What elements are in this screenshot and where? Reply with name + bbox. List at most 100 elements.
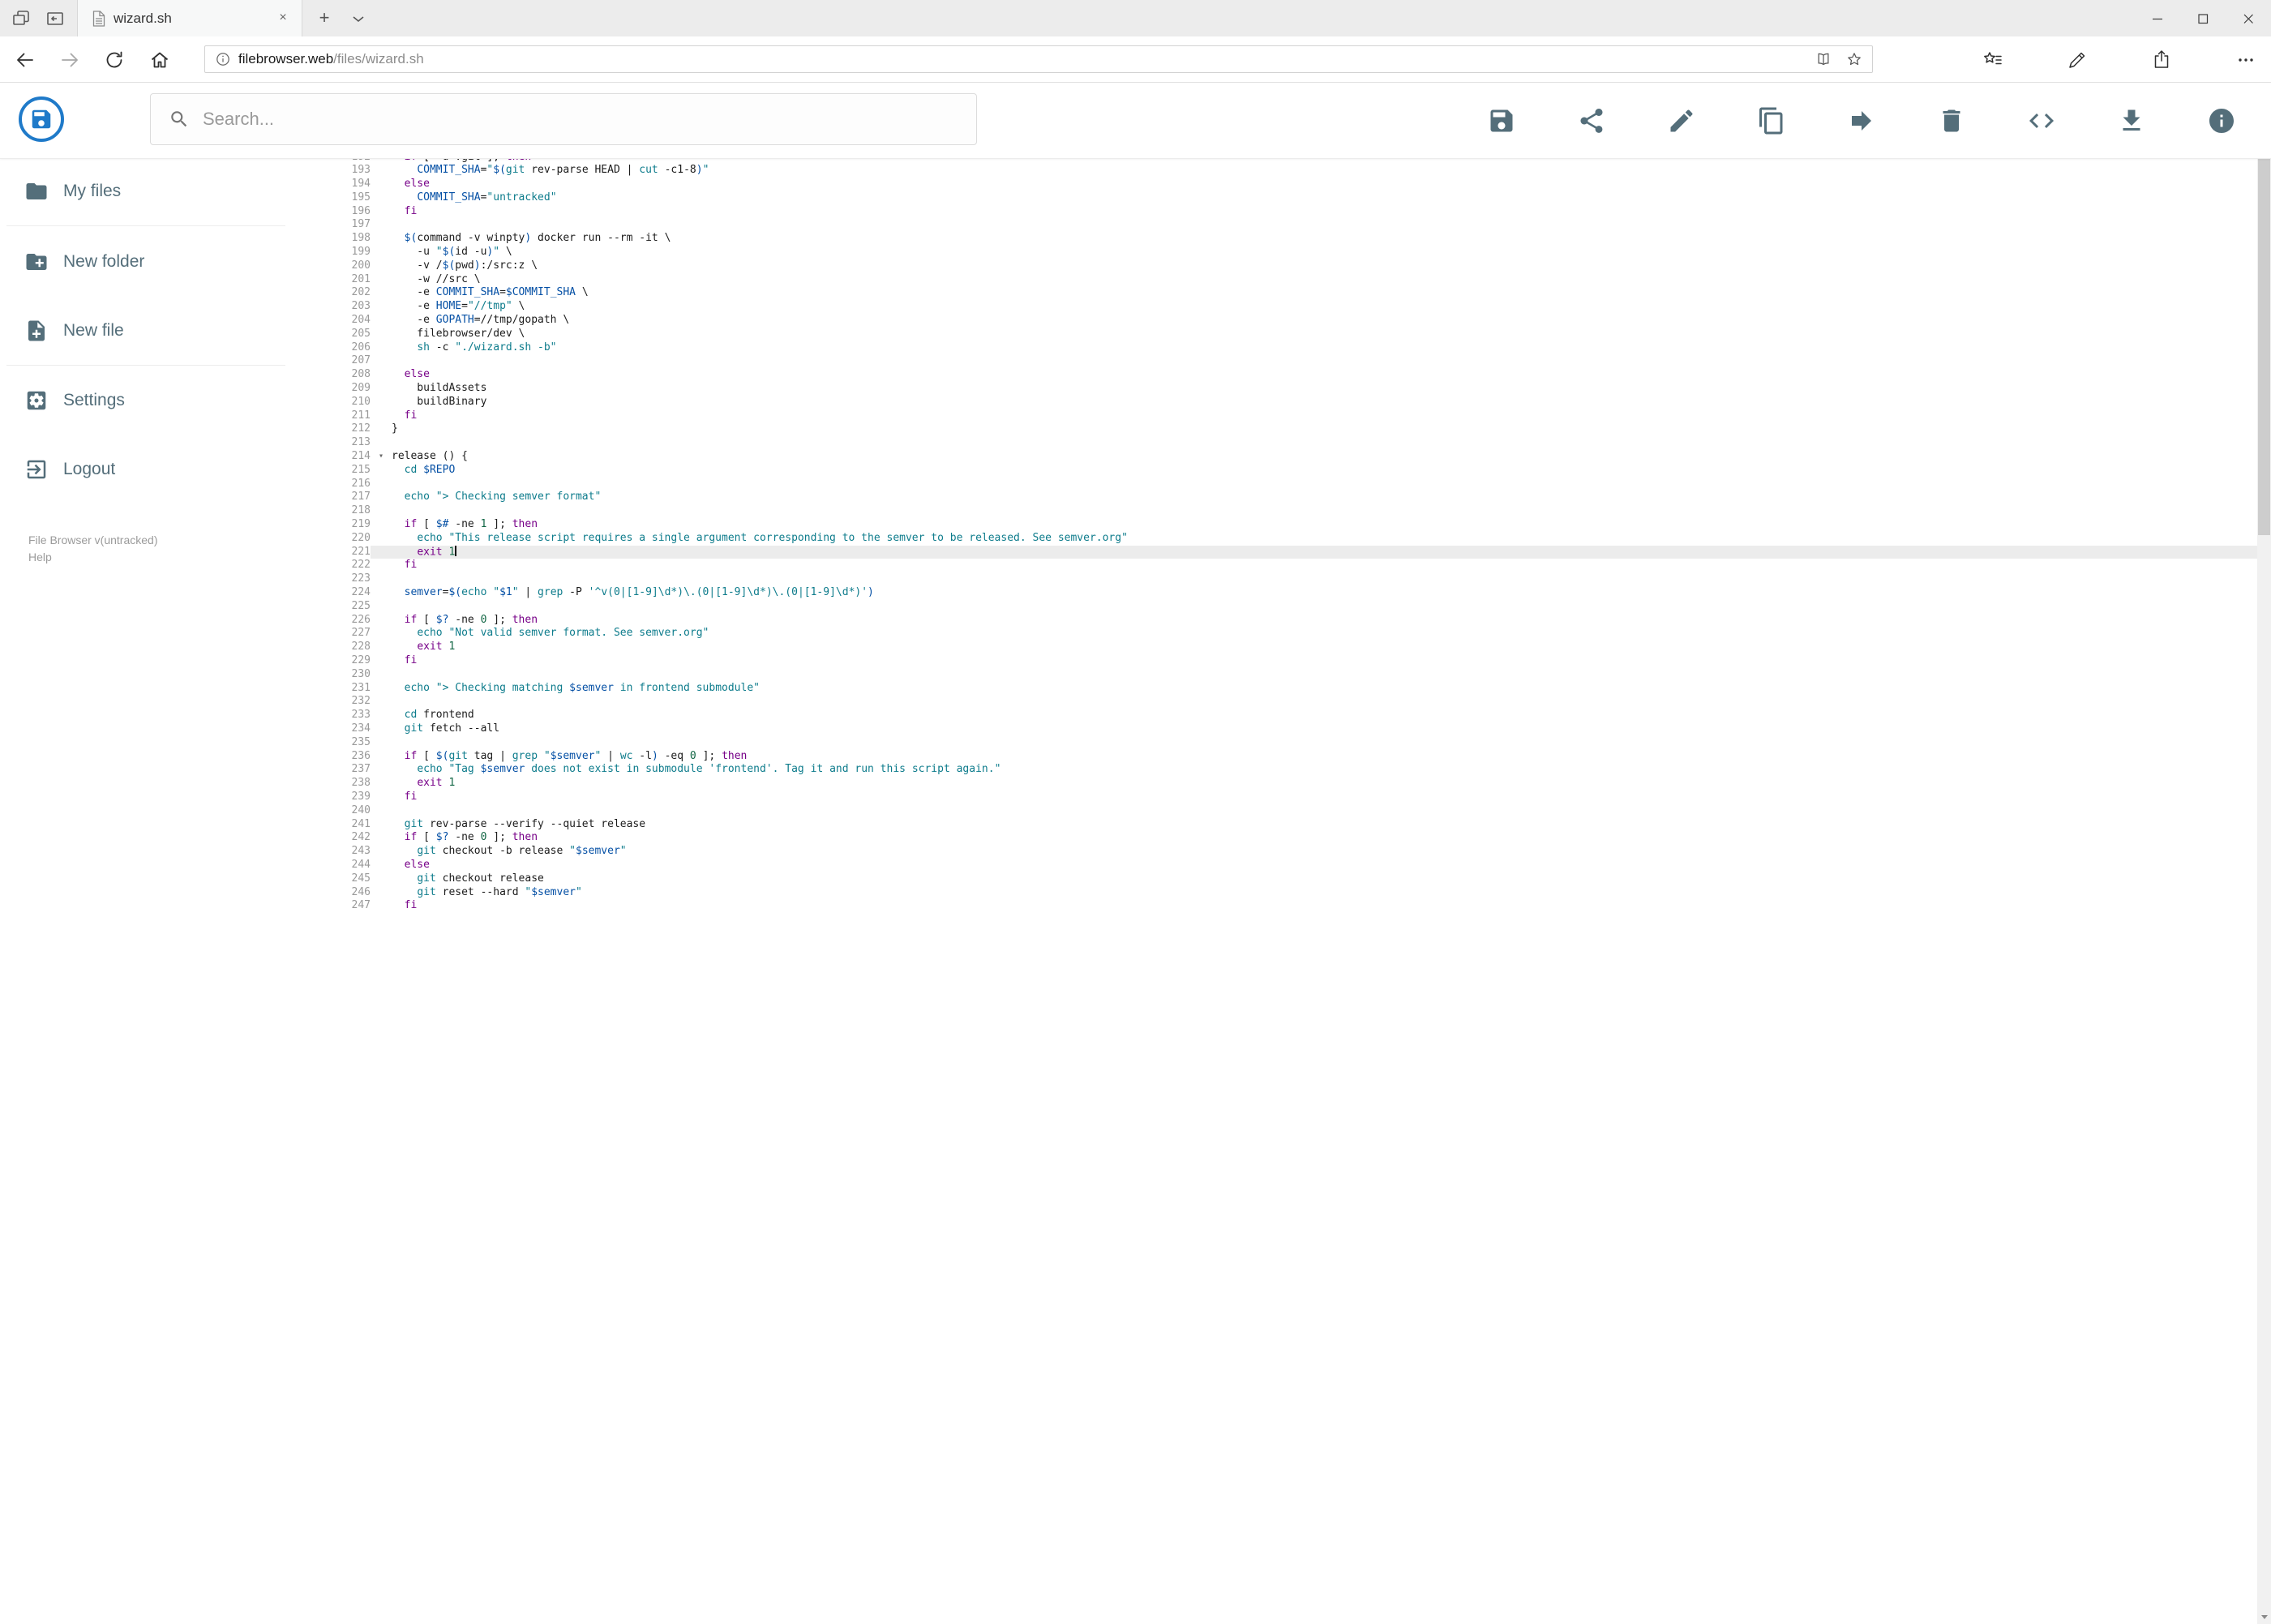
forward-icon[interactable]	[59, 49, 80, 71]
refresh-icon[interactable]	[104, 49, 125, 71]
code-line[interactable]: 239 fi	[328, 791, 2257, 804]
window-close-button[interactable]	[2226, 0, 2271, 36]
tabs-set-aside-icon[interactable]	[45, 9, 65, 28]
code-line[interactable]: 210 buildBinary	[328, 396, 2257, 409]
code-line[interactable]: 238 exit 1	[328, 777, 2257, 791]
code-line[interactable]: 214 ▾ release () {	[328, 450, 2257, 464]
code-line[interactable]: 196 fi	[328, 205, 2257, 219]
code-line[interactable]: 220 echo "This release script requires a…	[328, 532, 2257, 546]
filebrowser-logo[interactable]	[19, 96, 64, 142]
code-line[interactable]: 219 if [ $# -ne 1 ]; then	[328, 518, 2257, 532]
code-line[interactable]: 231 echo "> Checking matching $semver in…	[328, 682, 2257, 696]
code-line[interactable]: 232	[328, 695, 2257, 709]
code-editor[interactable]: 192 if [ -d .git ]; then193 COMMIT_SHA="…	[328, 159, 2257, 1624]
search-box[interactable]	[150, 93, 977, 145]
code-line[interactable]: 237 echo "Tag $semver does not exist in …	[328, 763, 2257, 777]
address-bar[interactable]: filebrowser.web/files/wizard.sh	[204, 45, 1873, 73]
browser-tab-wizard-sh[interactable]: wizard.sh ×	[77, 0, 302, 36]
code-line[interactable]: 221 exit 1	[328, 545, 2257, 559]
code-line[interactable]: 215 cd $REPO	[328, 464, 2257, 478]
code-line[interactable]: 218	[328, 504, 2257, 518]
code-line[interactable]: 202 -e COMMIT_SHA=$COMMIT_SHA \	[328, 286, 2257, 300]
code-line[interactable]: 244 else	[328, 859, 2257, 872]
move-button[interactable]	[1847, 106, 1876, 135]
sidebar-item-new-file[interactable]: New file	[0, 310, 328, 352]
code-line[interactable]: 198 $(command -v winpty) docker run --rm…	[328, 232, 2257, 246]
home-icon[interactable]	[149, 49, 170, 71]
code-line[interactable]: 245 git checkout release	[328, 872, 2257, 886]
code-line[interactable]: 197	[328, 218, 2257, 232]
code-line[interactable]: 242 if [ $? -ne 0 ]; then	[328, 831, 2257, 845]
copy-button[interactable]	[1757, 106, 1786, 135]
scrollbar-down-arrow[interactable]	[2257, 1610, 2271, 1624]
code-line[interactable]: 216	[328, 478, 2257, 491]
code-line[interactable]: 206 sh -c "./wizard.sh -b"	[328, 341, 2257, 355]
sidebar-item-my-files[interactable]: My files	[0, 170, 328, 212]
code-line[interactable]: 213	[328, 436, 2257, 450]
code-line[interactable]: 225	[328, 600, 2257, 614]
more-options-icon[interactable]	[2235, 49, 2256, 71]
save-button[interactable]	[1487, 106, 1516, 135]
code-line[interactable]: 228 exit 1	[328, 641, 2257, 654]
favorite-star-icon[interactable]	[1846, 51, 1862, 67]
back-icon[interactable]	[15, 49, 36, 71]
page-scrollbar[interactable]	[2257, 83, 2271, 1624]
help-link[interactable]: Help	[28, 551, 52, 563]
code-line[interactable]: 200 -v /$(pwd):/src:z \	[328, 259, 2257, 273]
share-file-button[interactable]	[1577, 106, 1606, 135]
code-line[interactable]: 229 fi	[328, 654, 2257, 668]
set-tabs-aside-icon[interactable]	[11, 9, 31, 28]
code-line[interactable]: 209 buildAssets	[328, 382, 2257, 396]
code-line[interactable]: 212}	[328, 422, 2257, 436]
rename-button[interactable]	[1667, 106, 1696, 135]
sidebar-item-new-folder[interactable]: New folder	[0, 241, 328, 283]
code-line[interactable]: 223	[328, 572, 2257, 586]
code-line[interactable]: 224 semver=$(echo "$1" | grep -P '^v(0|[…	[328, 586, 2257, 600]
code-line[interactable]: 222 fi	[328, 559, 2257, 572]
sidebar-item-logout[interactable]: Logout	[0, 448, 328, 491]
code-line[interactable]: 195 COMMIT_SHA="untracked"	[328, 191, 2257, 205]
code-line[interactable]: 226 if [ $? -ne 0 ]; then	[328, 614, 2257, 628]
code-line[interactable]: 227 echo "Not valid semver format. See s…	[328, 627, 2257, 641]
hub-favorites-icon[interactable]	[1982, 49, 2003, 71]
code-line[interactable]: 241 git rev-parse --verify --quiet relea…	[328, 818, 2257, 832]
code-line[interactable]: 247 fi	[328, 899, 2257, 913]
code-line[interactable]: 194 else	[328, 178, 2257, 191]
search-input[interactable]	[203, 109, 932, 130]
scrollbar-thumb[interactable]	[2258, 114, 2270, 535]
code-line[interactable]: 204 -e GOPATH=//tmp/gopath \	[328, 314, 2257, 328]
new-tab-button[interactable]: +	[314, 7, 335, 28]
code-line[interactable]: 201 -w //src \	[328, 273, 2257, 287]
code-line[interactable]: 246 git reset --hard "$semver"	[328, 886, 2257, 900]
code-line[interactable]: 217 echo "> Checking semver format"	[328, 491, 2257, 504]
code-line[interactable]: 235	[328, 736, 2257, 750]
delete-button[interactable]	[1937, 106, 1966, 135]
download-button[interactable]	[2117, 106, 2146, 135]
code-line[interactable]: 199 -u "$(id -u)" \	[328, 246, 2257, 259]
code-line[interactable]: 240	[328, 804, 2257, 818]
web-note-pen-icon[interactable]	[2067, 49, 2088, 71]
code-line[interactable]: 207	[328, 354, 2257, 368]
raw-view-button[interactable]	[2027, 106, 2056, 135]
window-minimize-button[interactable]	[2135, 0, 2180, 36]
code-line[interactable]: 203 -e HOME="//tmp" \	[328, 300, 2257, 314]
reading-view-icon[interactable]	[1815, 51, 1832, 67]
code-line[interactable]: 205 filebrowser/dev \	[328, 328, 2257, 341]
sidebar-item-settings[interactable]: Settings	[0, 379, 328, 422]
code-line[interactable]: 193 COMMIT_SHA="$(git rev-parse HEAD | c…	[328, 164, 2257, 178]
fold-arrow-icon[interactable]: ▾	[371, 450, 392, 464]
code-line[interactable]: 208 else	[328, 368, 2257, 382]
site-info-icon[interactable]	[216, 52, 230, 66]
info-button[interactable]	[2207, 106, 2236, 135]
tab-close-icon[interactable]: ×	[276, 11, 290, 25]
code-line[interactable]: 236 if [ $(git tag | grep "$semver" | wc…	[328, 750, 2257, 764]
code-line[interactable]: 230	[328, 668, 2257, 682]
window-maximize-button[interactable]	[2180, 0, 2226, 36]
code-line[interactable]: 234 git fetch --all	[328, 722, 2257, 736]
code-line[interactable]: 211 fi	[328, 409, 2257, 423]
code-line[interactable]: 233 cd frontend	[328, 709, 2257, 722]
sidebar-item-label: New file	[63, 321, 124, 340]
code-line[interactable]: 243 git checkout -b release "$semver"	[328, 845, 2257, 859]
share-icon[interactable]	[2151, 49, 2172, 71]
tab-preview-chevron-icon[interactable]	[350, 11, 366, 26]
